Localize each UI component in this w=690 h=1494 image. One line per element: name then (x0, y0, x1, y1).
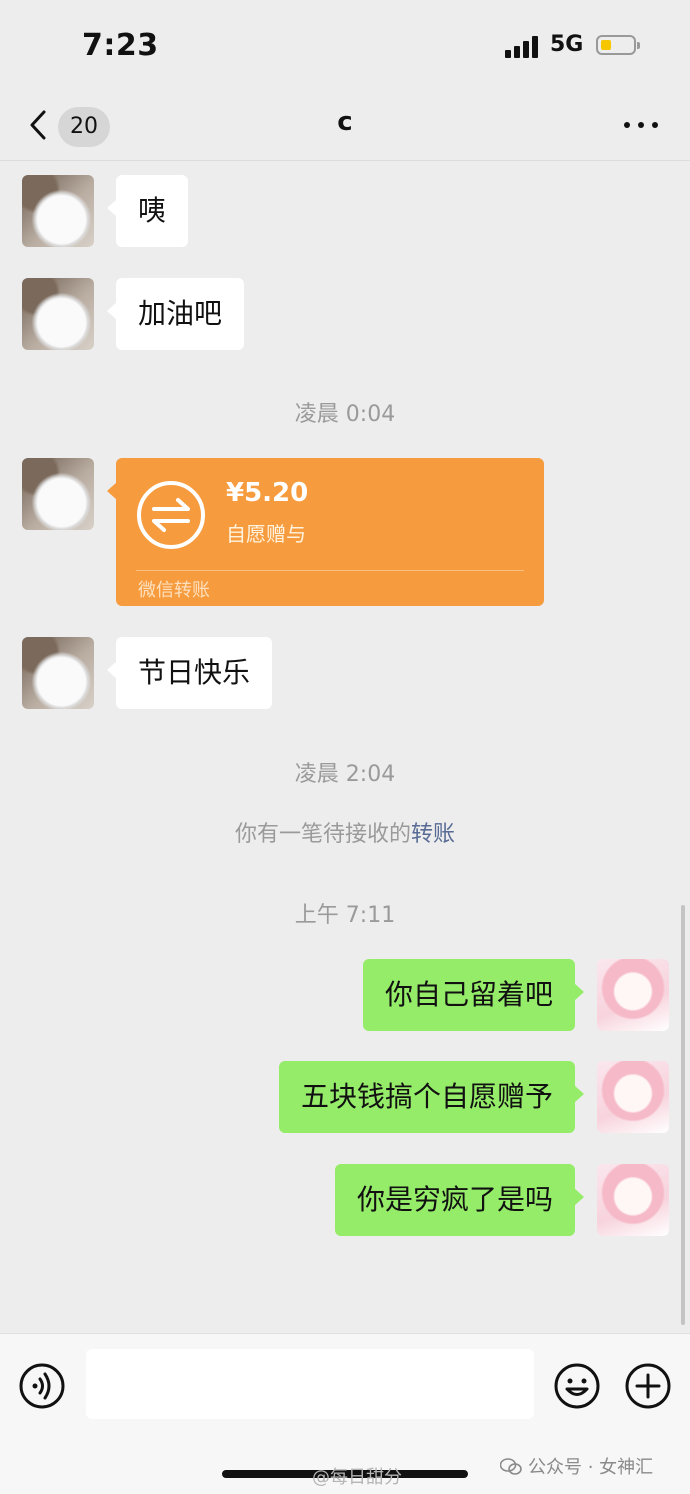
chat-header: 20 c (0, 95, 690, 161)
emoji-icon[interactable] (553, 1362, 601, 1410)
contact-avatar[interactable] (22, 458, 94, 530)
contact-avatar[interactable] (22, 637, 94, 709)
self-avatar[interactable] (597, 1061, 669, 1133)
more-dots-icon (624, 122, 630, 128)
message-bubble-incoming[interactable]: 咦 (106, 175, 189, 247)
timestamp: 凌晨 0:04 (294, 402, 396, 427)
message-bubble-outgoing[interactable]: 五块钱搞个自愿赠予 (278, 1061, 585, 1133)
timestamp: 凌晨 2:04 (294, 762, 396, 787)
weibo-watermark: @每日甜分 (312, 1467, 402, 1488)
network-type: 5G (550, 32, 584, 57)
transfer-label: 微信转账 (138, 580, 210, 601)
message-bubble-outgoing[interactable]: 你自己留着吧 (362, 959, 585, 1031)
chat-scrollbar[interactable] (681, 905, 685, 1325)
wechat-watermark-text: 公众号 · 女神汇 (528, 1457, 654, 1478)
self-avatar[interactable] (597, 1164, 669, 1236)
system-message-text: 你有一笔待接收的 (234, 822, 411, 847)
transfer-divider (136, 570, 524, 571)
more-button[interactable] (618, 113, 664, 137)
self-avatar[interactable] (597, 959, 669, 1031)
message-bubble-incoming[interactable]: 节日快乐 (106, 637, 273, 709)
contact-avatar[interactable] (22, 175, 94, 247)
message-input[interactable] (86, 1349, 534, 1419)
transfer-note: 自愿赠与 (226, 522, 306, 546)
chat-title: c (337, 107, 353, 137)
voice-icon[interactable] (18, 1362, 66, 1410)
status-time: 7:23 (82, 28, 159, 63)
contact-avatar[interactable] (22, 278, 94, 350)
message-bubble-outgoing[interactable]: 你是穷疯了是吗 (334, 1164, 585, 1236)
battery-icon (596, 35, 640, 55)
transfer-amount: ¥5.20 (226, 478, 309, 508)
transfer-card[interactable]: ¥5.20 自愿赠与 微信转账 (107, 458, 544, 606)
transfer-arrows-icon (137, 481, 205, 549)
transfer-link[interactable]: 转账 (411, 822, 455, 847)
timestamp: 上午 7:11 (294, 903, 396, 928)
signal-icon (505, 36, 541, 58)
plus-icon[interactable] (624, 1362, 672, 1410)
system-message: 你有一笔待接收的转账 (0, 816, 690, 848)
wechat-icon (500, 1458, 522, 1475)
wechat-watermark: 公众号 · 女神汇 (500, 1453, 653, 1479)
status-bar: 7:23 5G (0, 0, 690, 95)
message-bubble-incoming[interactable]: 加油吧 (106, 278, 245, 350)
